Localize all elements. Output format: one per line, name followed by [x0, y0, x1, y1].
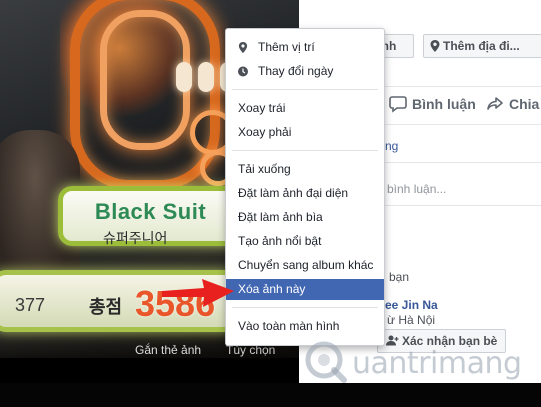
- share-action[interactable]: Chia: [486, 95, 539, 113]
- screen: Black Suit 슈퍼주니어 377 총점 3586 Gắn thẻ ảnh…: [0, 0, 541, 407]
- menu-item-rotate-left[interactable]: Xoay trái: [226, 98, 384, 119]
- menu-divider: [232, 89, 378, 90]
- friend-name[interactable]: ee Jin Na: [385, 298, 438, 312]
- location-pin-icon: [430, 40, 440, 52]
- scoreboard-artist: 슈퍼주니어: [103, 230, 168, 246]
- menu-item-label: Thay đổi ngày: [258, 64, 334, 78]
- menu-item-change-date[interactable]: Thay đổi ngày: [226, 61, 384, 82]
- menu-item-make-cover-photo[interactable]: Đặt làm ảnh bìa: [226, 207, 384, 228]
- comment-icon: [389, 96, 407, 113]
- comment-action[interactable]: Bình luận: [389, 95, 476, 113]
- comment-label: Bình luận: [412, 96, 476, 112]
- confirm-friend-label: Xác nhận bạn bè: [402, 334, 498, 348]
- menu-item-add-location[interactable]: Thêm vị trí: [226, 37, 384, 58]
- comment-input[interactable]: bình luận...: [387, 182, 446, 196]
- share-label: Chia: [509, 96, 540, 112]
- menu-divider: [232, 307, 378, 308]
- share-icon: [487, 97, 503, 110]
- photo-options-menu: Thêm vị trí Thay đổi ngày Xoay trái Xoay…: [225, 28, 385, 346]
- friend-location: ừ Hà Nội: [387, 313, 436, 327]
- menu-item-delete-photo[interactable]: Xóa ảnh này: [226, 279, 384, 300]
- menu-item-fullscreen[interactable]: Vào toàn màn hình: [226, 316, 384, 337]
- scoreboard-song: Black Suit 슈퍼주니어: [58, 186, 243, 246]
- add-friend-icon: [386, 335, 399, 346]
- bottom-bar: [0, 383, 541, 407]
- clock-icon: [238, 66, 248, 77]
- tag-photo-link[interactable]: Gắn thẻ ảnh: [135, 343, 201, 357]
- menu-item-rotate-right[interactable]: Xoay phải: [226, 122, 384, 143]
- add-place-label: Thêm địa đi...: [443, 39, 520, 53]
- menu-divider: [232, 150, 378, 151]
- stage-light-bulb: [198, 62, 214, 92]
- friend-section-label: bạn: [389, 270, 410, 284]
- scoreboard-number: 377: [15, 295, 46, 315]
- location-pin-icon: [238, 42, 248, 53]
- menu-item-make-featured[interactable]: Tạo ảnh nổi bật: [226, 231, 384, 252]
- menu-item-download[interactable]: Tải xuống: [226, 159, 384, 180]
- stage-light-bulb: [176, 62, 192, 92]
- confirm-friend-button[interactable]: Xác nhận bạn bè: [377, 329, 507, 353]
- red-arrow-icon: [162, 279, 234, 307]
- scoreboard-song-title: Black Suit: [94, 199, 207, 224]
- menu-item-move-to-album[interactable]: Chuyển sang album khác: [226, 255, 384, 276]
- menu-item-make-profile-picture[interactable]: Đặt làm ảnh đại diện: [226, 183, 384, 204]
- reaction-link[interactable]: ng: [385, 139, 398, 153]
- menu-item-label: Thêm vị trí: [258, 40, 315, 54]
- add-place-button[interactable]: Thêm địa đi...: [423, 34, 541, 58]
- score-label: 총점: [89, 297, 123, 317]
